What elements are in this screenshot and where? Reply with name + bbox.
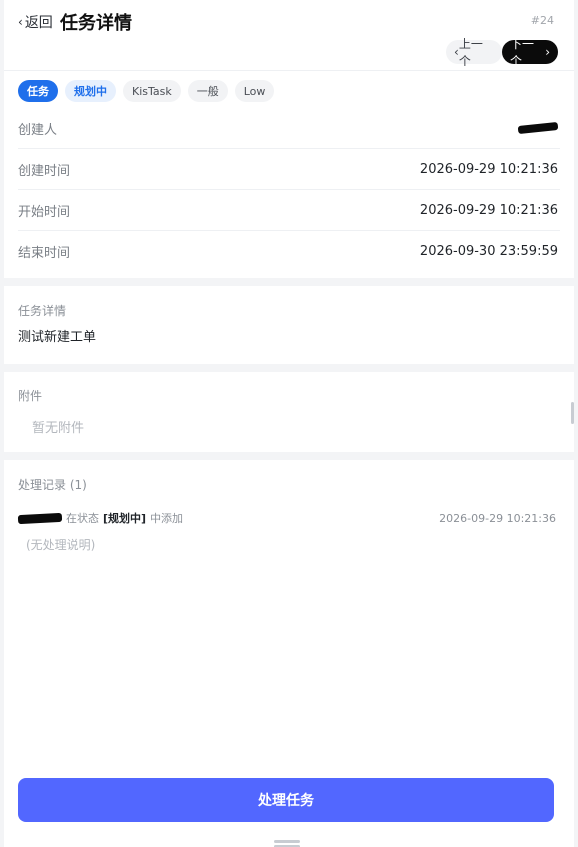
creator-value-redacted bbox=[517, 121, 560, 136]
end-time-label: 结束时间 bbox=[18, 245, 71, 261]
process-task-label: 处理任务 bbox=[258, 793, 314, 809]
record-user-redacted bbox=[17, 512, 63, 524]
section-divider bbox=[4, 364, 574, 372]
drag-handle-line[interactable] bbox=[274, 840, 300, 843]
creator-row: 创建人 bbox=[18, 108, 560, 149]
section-divider bbox=[4, 452, 574, 460]
next-button[interactable]: 下一个 › bbox=[502, 37, 558, 68]
header: ‹ 返回 任务详情 #24 ‹ 上一个 下一个 › bbox=[4, 0, 574, 71]
creator-label: 创建人 bbox=[18, 122, 58, 138]
end-time-value: 2026-09-30 23:59:59 bbox=[419, 243, 558, 259]
tag-priority: Low bbox=[234, 80, 275, 102]
records-count: (1) bbox=[69, 478, 87, 492]
record-status: [规划中] bbox=[103, 512, 147, 525]
created-time-value: 2026-09-29 10:21:36 bbox=[419, 161, 558, 177]
end-time-row: 结束时间 2026-09-30 23:59:59 bbox=[18, 231, 560, 271]
prev-button[interactable]: ‹ 上一个 bbox=[446, 37, 502, 68]
task-info: 创建人 创建时间 2026-09-29 10:21:36 开始时间 2026-0… bbox=[18, 108, 560, 271]
records-title-text: 处理记录 bbox=[18, 478, 67, 492]
start-time-label: 开始时间 bbox=[18, 204, 71, 220]
records-title: 处理记录 (1) bbox=[18, 476, 87, 493]
tag-project: KisTask bbox=[123, 80, 181, 102]
page-title: 任务详情 bbox=[60, 13, 132, 34]
start-time-row: 开始时间 2026-09-29 10:21:36 bbox=[18, 190, 560, 231]
start-time-value: 2026-09-29 10:21:36 bbox=[419, 202, 558, 218]
chevron-left-icon: ‹ bbox=[18, 15, 23, 29]
record-line: 在状态 [规划中] 中添加 2026-09-29 10:21:36 bbox=[17, 510, 558, 526]
scrollbar-thumb[interactable] bbox=[571, 402, 574, 424]
created-time-label: 创建时间 bbox=[18, 163, 71, 179]
chevron-right-icon: › bbox=[545, 45, 550, 59]
task-detail-page: ‹ 返回 任务详情 #24 ‹ 上一个 下一个 › 任务 规划中 KisTask… bbox=[4, 0, 574, 847]
attachment-title: 附件 bbox=[18, 389, 43, 403]
tag-type: 任务 bbox=[18, 80, 58, 102]
back-button[interactable]: ‹ 返回 bbox=[18, 12, 53, 32]
attachment-empty-text: 暂无附件 bbox=[32, 421, 85, 436]
task-id: #24 bbox=[530, 14, 554, 27]
record-left: 在状态 [规划中] 中添加 bbox=[17, 510, 184, 526]
record-time: 2026-09-29 10:21:36 bbox=[439, 511, 556, 525]
prev-label: 上一个 bbox=[458, 37, 483, 68]
section-divider bbox=[4, 278, 574, 286]
process-task-button[interactable]: 处理任务 bbox=[18, 778, 554, 822]
redaction-mark bbox=[517, 121, 559, 134]
created-time-row: 创建时间 2026-09-29 10:21:36 bbox=[18, 149, 560, 190]
back-label: 返回 bbox=[24, 15, 53, 31]
detail-text: 测试新建工单 bbox=[18, 330, 97, 345]
detail-title: 任务详情 bbox=[18, 304, 67, 318]
record-suffix: 中添加 bbox=[150, 512, 184, 525]
tag-status: 规划中 bbox=[65, 80, 116, 102]
record-note: (无处理说明) bbox=[26, 538, 96, 552]
record-prefix: 在状态 bbox=[66, 512, 99, 525]
tag-list: 任务 规划中 KisTask 一般 Low bbox=[18, 80, 275, 102]
next-label: 下一个 bbox=[510, 37, 535, 68]
tag-level: 一般 bbox=[187, 80, 228, 102]
record-item: 在状态 [规划中] 中添加 2026-09-29 10:21:36 (无处理说明… bbox=[17, 510, 558, 553]
